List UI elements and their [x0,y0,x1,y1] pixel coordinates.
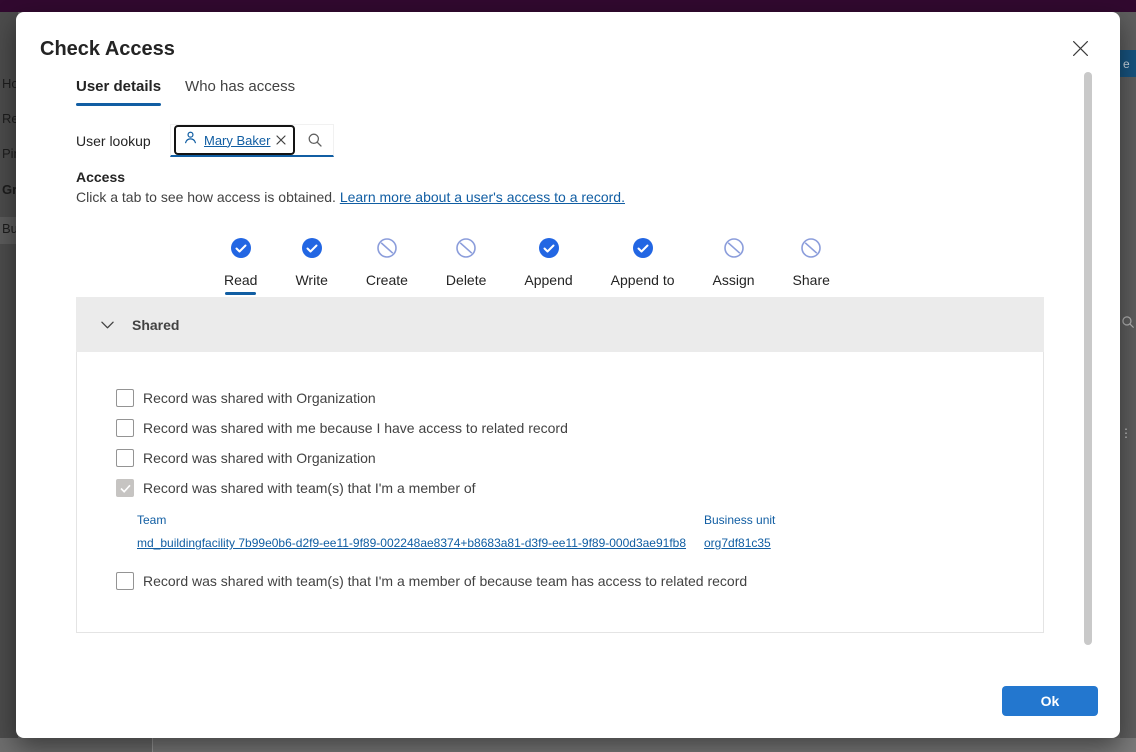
shared-checkbox-row: Record was shared with team(s) that I'm … [116,479,1043,497]
shared-checkbox-row: Record was shared with team(s) that I'm … [116,572,1043,590]
perm-tab-create[interactable]: Create [366,238,408,295]
denied-prohibited-icon [723,238,744,263]
perm-tab-share[interactable]: Share [793,238,830,295]
search-icon[interactable] [1121,315,1135,334]
allowed-check-icon [301,238,322,263]
app-right-edge: e ⋮ [1120,12,1136,738]
app-topbar [0,0,1136,12]
perm-tab-append[interactable]: Append [524,238,573,295]
shared-checkbox-row: Record was shared with Organization [116,389,1043,407]
shared-section-header[interactable]: Shared [76,297,1044,352]
app-bottom-edge [0,738,1136,752]
shared-section-content: Record was shared with Organization Reco… [76,352,1044,633]
user-lookup-label: User lookup [76,132,151,149]
access-description: Click a tab to see how access is obtaine… [76,189,625,205]
denied-prohibited-icon [456,238,476,263]
business-unit-link[interactable]: org7df81c35 [704,536,771,550]
permission-tabs: Read Write Create Delete Append Append t… [224,238,830,295]
allowed-check-icon [632,238,653,263]
user-lookup-row: User lookup Mary Baker [76,124,335,157]
perm-tab-write[interactable]: Write [295,238,328,295]
dialog-tabs: User details Who has access [76,78,295,106]
shared-checkbox-row: Record was shared with Organization [116,449,1043,467]
team-link[interactable]: md_buildingfacility 7b99e0b6-d2f9-ee11-9… [137,536,686,550]
checkbox-unchecked[interactable] [116,419,134,437]
perm-tab-assign[interactable]: Assign [713,238,755,295]
checkbox-unchecked[interactable] [116,572,134,590]
screen: Ho Re Pin Gr Bu e ⋮ Check Access User de… [0,0,1136,752]
perm-tab-read[interactable]: Read [224,238,257,295]
denied-prohibited-icon [377,238,397,263]
user-chip-name[interactable]: Mary Baker [204,133,270,148]
business-unit-column: Business unit org7df81c35 [704,513,775,552]
user-chip[interactable]: Mary Baker [174,125,296,155]
check-access-dialog: Check Access User details Who has access… [16,12,1120,738]
dialog-title: Check Access [40,38,175,60]
denied-prohibited-icon [801,238,822,263]
user-lookup-field[interactable]: Mary Baker [170,124,335,157]
chevron-down-icon [101,316,114,334]
allowed-check-icon [230,238,251,263]
checkbox-unchecked[interactable] [116,449,134,467]
shared-section-title: Shared [132,316,180,333]
chip-remove-icon[interactable] [276,135,287,145]
close-icon[interactable] [1066,34,1094,62]
checkbox-checked[interactable] [116,479,134,497]
more-options-icon[interactable]: ⋮ [1120,427,1132,439]
save-button-fragment[interactable]: e [1120,50,1136,77]
shared-checkbox-row: Record was shared with me because I have… [116,419,1043,437]
person-icon [183,130,198,150]
team-share-table: Team md_buildingfacility 7b99e0b6-d2f9-e… [137,513,1043,552]
business-unit-column-header: Business unit [704,513,776,527]
tab-who-has-access[interactable]: Who has access [185,78,295,106]
tab-user-details[interactable]: User details [76,78,162,106]
team-column-header: Team [137,513,167,527]
allowed-check-icon [538,238,559,263]
team-column: Team md_buildingfacility 7b99e0b6-d2f9-e… [137,513,704,552]
learn-more-link[interactable]: Learn more about a user's access to a re… [340,189,625,205]
lookup-search-icon[interactable] [307,132,323,148]
perm-tab-delete[interactable]: Delete [446,238,486,295]
ok-button[interactable]: Ok [1002,686,1098,716]
dialog-scrollbar[interactable] [1084,72,1092,645]
access-heading: Access [76,169,126,185]
checkbox-unchecked[interactable] [116,389,134,407]
perm-tab-append-to[interactable]: Append to [611,238,675,295]
